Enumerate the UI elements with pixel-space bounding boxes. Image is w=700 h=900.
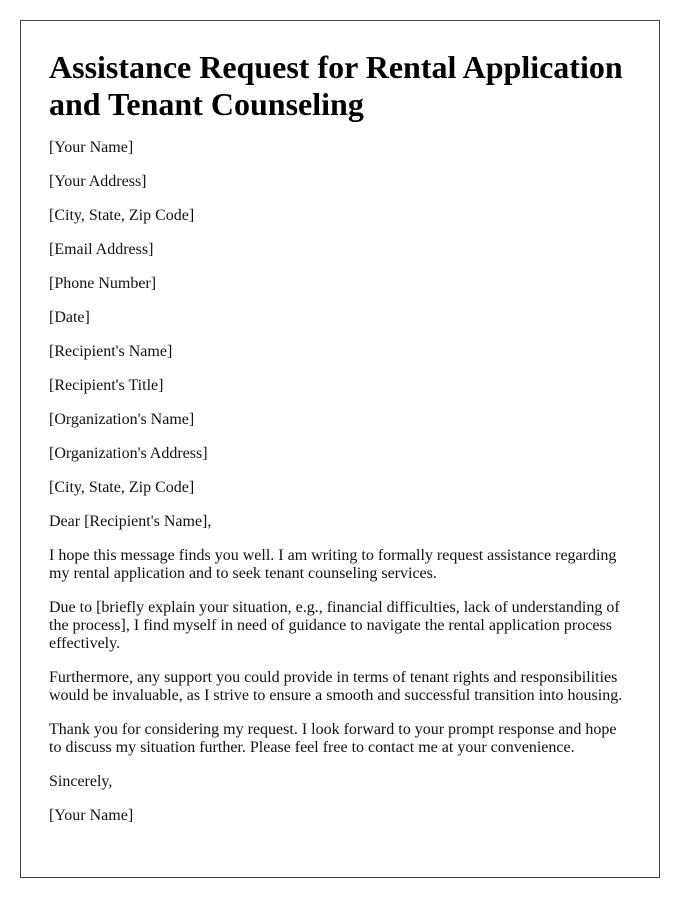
organization-name: [Organization's Name] [49,411,195,428]
recipient-name: [Recipient's Name] [49,343,173,360]
signature: [Your Name] [49,807,134,824]
sender-name: [Your Name] [49,139,134,156]
sender-address: [Your Address] [49,173,147,190]
sender-email: [Email Address] [49,241,154,258]
body-paragraph: Furthermore, any support you could provi… [49,669,623,704]
body-paragraph: Due to [briefly explain your situation, … [49,599,620,652]
letter-title: Assistance Request for Rental Applicatio… [49,49,623,122]
organization-address: [Organization's Address] [49,445,208,462]
sender-phone: [Phone Number] [49,275,157,292]
recipient-city-state-zip: [City, State, Zip Code] [49,479,195,496]
closing: Sincerely, [49,773,113,790]
salutation: Dear [Recipient's Name], [49,513,212,530]
letter-date: [Date] [49,309,90,326]
sender-city-state-zip: [City, State, Zip Code] [49,207,195,224]
body-paragraph: I hope this message finds you well. I am… [49,547,617,582]
letter-container: Assistance Request for Rental Applicatio… [20,20,660,878]
recipient-title: [Recipient's Title] [49,377,164,394]
body-paragraph: Thank you for considering my request. I … [49,721,617,756]
